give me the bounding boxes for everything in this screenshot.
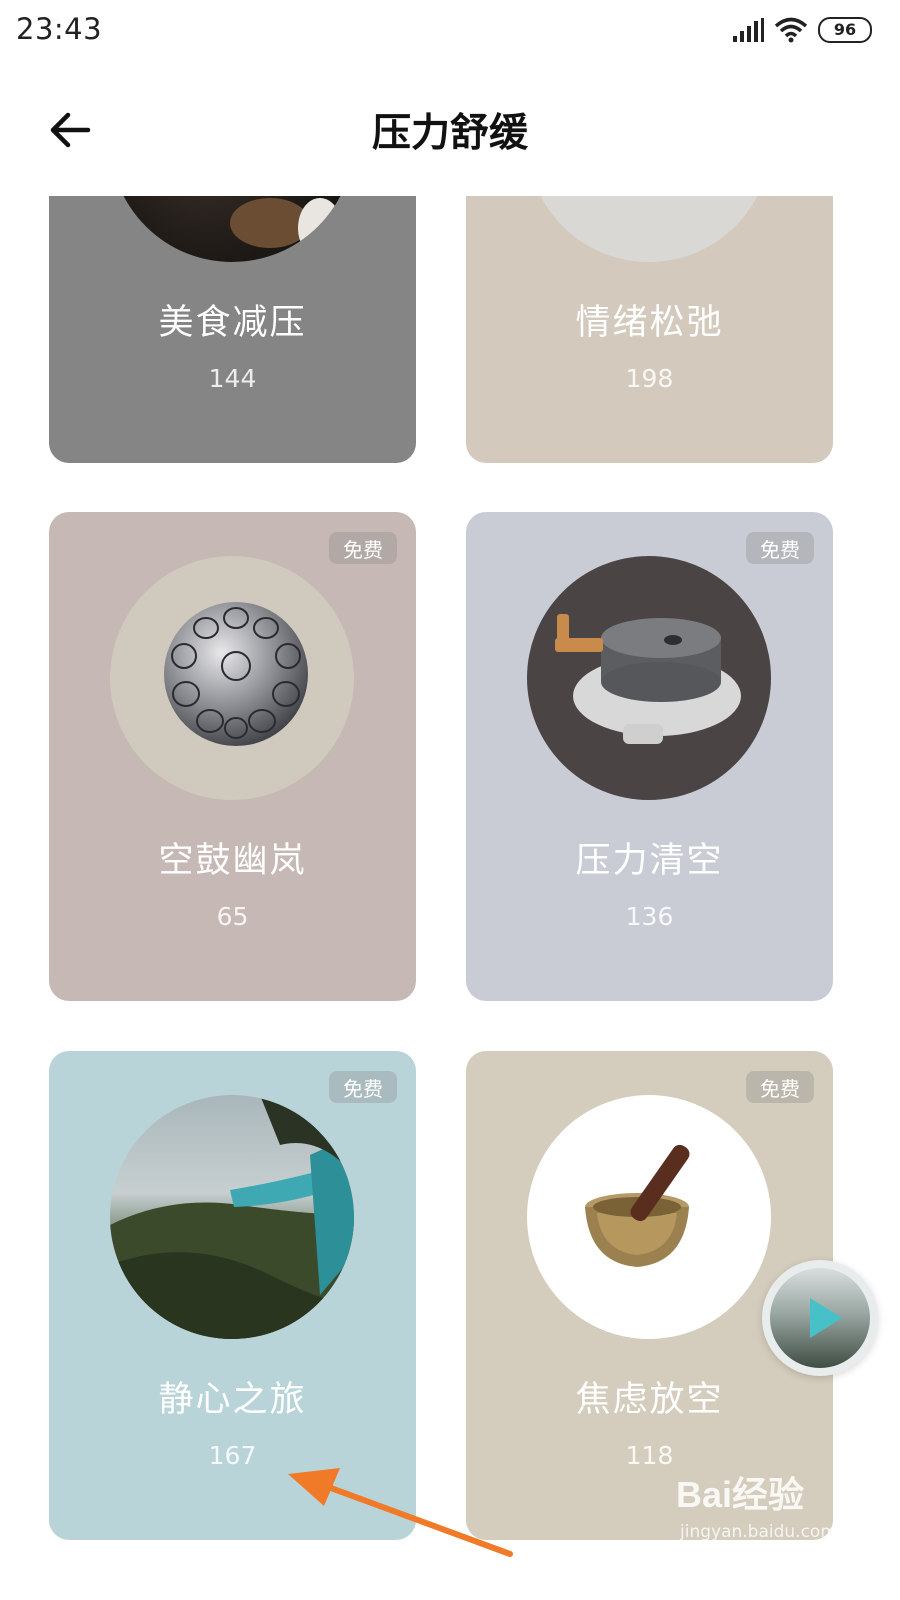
card-count: 144 (208, 364, 257, 393)
wifi-icon (774, 17, 808, 43)
battery-icon: 96 (818, 17, 872, 43)
watermark: Bai经验 jingyan.baidu.com (676, 1466, 876, 1556)
card-title: 压力清空 (575, 841, 724, 881)
category-card-qingxu-songchi[interactable]: 情绪松弛 198 (466, 196, 833, 463)
free-badge: 免费 (329, 532, 397, 564)
annotation-arrow (288, 1468, 513, 1557)
category-card-meishi-jianya[interactable]: 美食减压 144 (49, 196, 416, 463)
play-icon (810, 1298, 842, 1338)
free-badge: 免费 (329, 1071, 397, 1103)
floating-player-button[interactable] (762, 1260, 878, 1376)
train-landscape-image (110, 1095, 354, 1339)
card-count: 65 (216, 902, 249, 931)
battery-level: 96 (833, 20, 857, 39)
food-image (110, 196, 354, 262)
signal-icon (733, 18, 764, 42)
status-bar: 23:43 96 (0, 0, 900, 62)
singing-bowl-image (527, 1095, 771, 1339)
category-card-yali-qingkong[interactable]: 免费 压力清空 136 (466, 512, 833, 1001)
card-title: 焦虑放空 (575, 1380, 724, 1420)
page-title: 压力舒缓 (371, 111, 528, 156)
card-title: 空鼓幽岚 (158, 841, 307, 881)
category-grid: 美食减压 144 情绪松弛 198 免费 空鼓幽岚 65 免费 压力清空 136… (0, 196, 900, 1600)
watermark-logo: Bai经验 (676, 1474, 805, 1515)
card-title: 情绪松弛 (575, 303, 724, 343)
category-card-konggu-youlan[interactable]: 免费 空鼓幽岚 65 (49, 512, 416, 1001)
card-title: 美食减压 (158, 303, 307, 343)
free-badge: 免费 (746, 1071, 814, 1103)
emotion-image (527, 196, 771, 262)
watermark-url: jingyan.baidu.com (680, 1522, 837, 1542)
status-time: 23:43 (16, 12, 103, 46)
card-title: 静心之旅 (158, 1380, 307, 1420)
card-count: 136 (625, 902, 674, 931)
free-badge: 免费 (746, 532, 814, 564)
tongue-drum-image (110, 556, 354, 800)
mini-player-artwork (770, 1268, 870, 1368)
stone-mill-image (527, 556, 771, 800)
card-count: 198 (625, 364, 674, 393)
header: 压力舒缓 (0, 62, 900, 196)
status-icons: 96 (732, 14, 872, 46)
